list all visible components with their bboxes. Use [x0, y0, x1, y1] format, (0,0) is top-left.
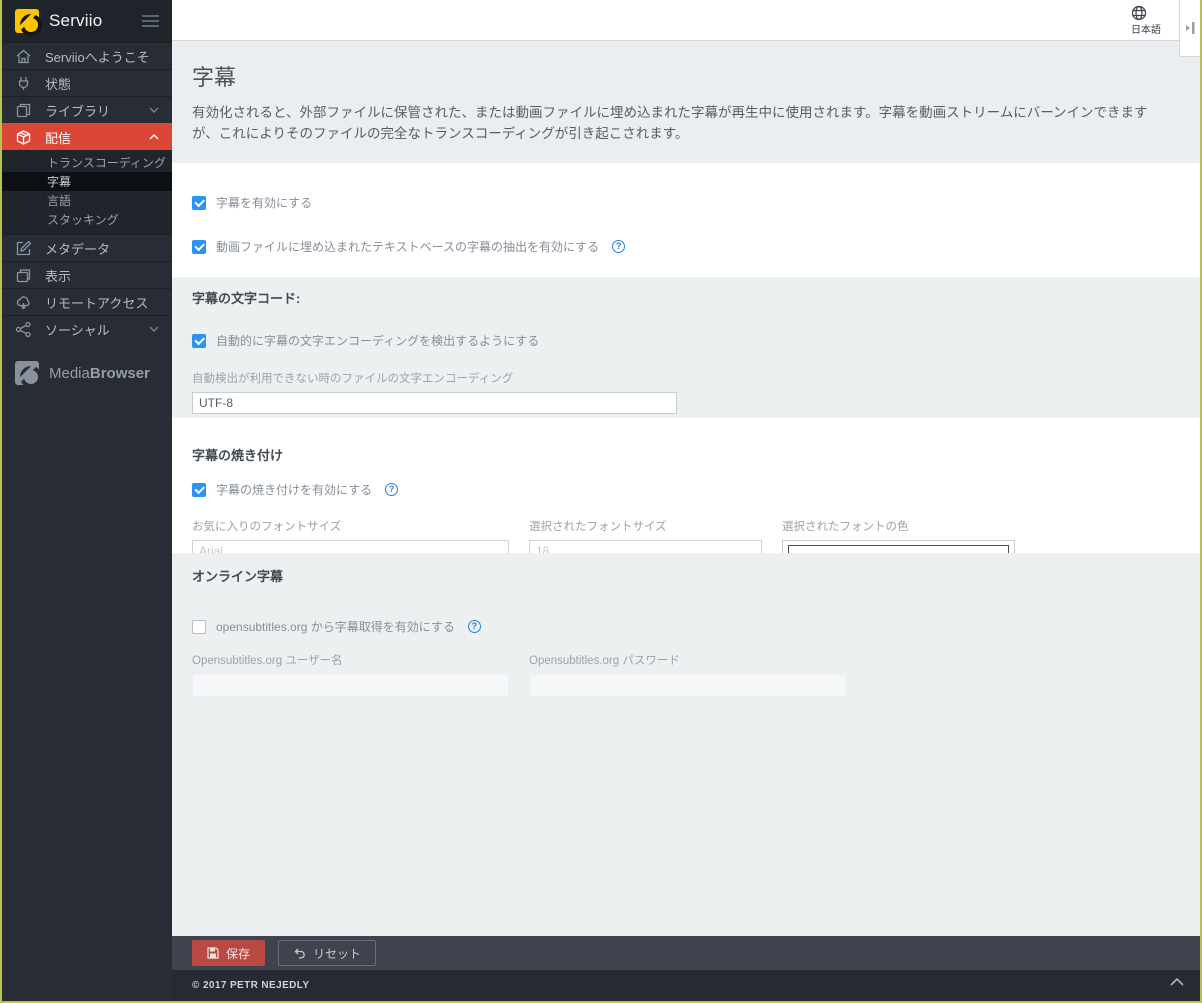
- serviio-logo-icon: [15, 9, 42, 36]
- burnin-heading: 字幕の焼き付け: [192, 448, 284, 463]
- fallback-encoding-input[interactable]: [192, 392, 677, 414]
- online-heading: オンライン字幕: [192, 569, 284, 584]
- font-color-label: 選択されたフォントの色: [782, 521, 909, 533]
- main-area: 日本語 字幕 有効化されると、外部ファイルに保管された、または動画ファイルに埋め…: [172, 0, 1200, 1001]
- home-icon: [15, 48, 32, 65]
- layers-icon: [15, 267, 32, 284]
- sidebar-item-label: ライブラリ: [45, 103, 111, 119]
- enable-burnin-label: 字幕の焼き付けを有効にする: [216, 483, 373, 497]
- submenu-item-language[interactable]: 言語: [2, 191, 172, 210]
- enable-subtitles-label: 字幕を有効にする: [216, 196, 313, 210]
- copyright-text: © 2017 PETR NEJEDLY: [192, 980, 310, 991]
- reset-arrow-icon: [294, 948, 305, 959]
- submenu-item-subtitles[interactable]: 字幕: [2, 172, 172, 191]
- extract-embedded-checkbox[interactable]: [192, 239, 206, 254]
- plug-icon: [15, 75, 32, 92]
- mediabrowser-label: MediaBrowser: [49, 364, 150, 382]
- chevron-down-icon: [149, 326, 159, 332]
- cloud-icon: [15, 294, 32, 311]
- extract-embedded-label: 動画ファイルに埋め込まれたテキストベースの字幕の抽出を有効にする: [216, 240, 600, 254]
- top-toolbar: 日本語: [172, 0, 1200, 41]
- opensubtitles-password-input[interactable]: [529, 674, 846, 697]
- globe-icon: [1131, 5, 1161, 21]
- sidebar-item-label: Serviioへようこそ: [45, 49, 150, 65]
- language-switcher[interactable]: 日本語: [1131, 5, 1161, 36]
- section-encoding: 字幕の文字コード: 自動的に字幕の文字エンコーディングを検出するようにする 自動…: [172, 277, 1200, 418]
- encoding-heading: 字幕の文字コード:: [192, 291, 301, 306]
- submenu-item-transcoding[interactable]: トランスコーディング: [2, 153, 172, 172]
- save-button[interactable]: 保存: [192, 940, 266, 966]
- sidebar-item-label: 配信: [45, 130, 72, 146]
- enable-burnin-checkbox[interactable]: [192, 482, 206, 497]
- sidebar-item-presentation[interactable]: 表示: [2, 261, 172, 288]
- font-size-label: 選択されたフォントサイズ: [529, 521, 667, 533]
- sidebar: Serviio Serviioへようこそ 状態 ライブラリ 配信 トランスコーデ…: [2, 0, 172, 1001]
- sidebar-item-welcome[interactable]: Serviioへようこそ: [2, 42, 172, 69]
- library-icon: [15, 102, 32, 119]
- opensubtitles-username-input[interactable]: [192, 674, 509, 697]
- help-icon[interactable]: [467, 620, 481, 633]
- opensubtitles-password-label: Opensubtitles.org パスワード: [529, 655, 680, 667]
- edit-icon: [15, 240, 32, 257]
- scroll-to-top-button[interactable]: [1170, 978, 1184, 986]
- mediabrowser-logo-icon: [15, 361, 42, 388]
- auto-detect-encoding-label: 自動的に字幕の文字エンコーディングを検出するようにする: [216, 334, 540, 348]
- chevron-up-icon: [149, 134, 159, 140]
- page-description: 有効化されると、外部ファイルに保管された、または動画ファイルに埋め込まれた字幕が…: [192, 105, 1148, 141]
- opensubtitles-username-label: Opensubtitles.org ユーザー名: [192, 655, 343, 667]
- sidebar-item-remote-access[interactable]: リモートアクセス: [2, 288, 172, 315]
- sidebar-item-label: 状態: [45, 76, 72, 92]
- collapse-panel-toggle[interactable]: [1179, 0, 1200, 57]
- sidebar-item-label: ソーシャル: [45, 322, 110, 338]
- section-online: オンライン字幕 opensubtitles.org から字幕取得を有効にする O…: [172, 553, 1200, 936]
- sidebar-item-library[interactable]: ライブラリ: [2, 96, 172, 123]
- reset-button[interactable]: リセット: [278, 940, 377, 966]
- sidebar-item-label: メタデータ: [45, 241, 111, 257]
- package-icon: [15, 129, 32, 146]
- brand-name: Serviio: [49, 11, 103, 30]
- collapse-left-icon: [1186, 22, 1195, 34]
- enable-opensubtitles-label: opensubtitles.org から字幕取得を有効にする: [216, 620, 455, 634]
- enable-opensubtitles-checkbox[interactable]: [192, 619, 206, 634]
- section-general: 字幕を有効にする 動画ファイルに埋め込まれたテキストベースの字幕の抽出を有効にす…: [172, 163, 1200, 277]
- language-label: 日本語: [1131, 25, 1161, 36]
- footer: © 2017 PETR NEJEDLY: [172, 970, 1200, 1001]
- chevron-down-icon: [149, 107, 159, 113]
- page-title: 字幕: [192, 65, 237, 90]
- sidebar-item-status[interactable]: 状態: [2, 69, 172, 96]
- mediabrowser-link[interactable]: MediaBrowser: [2, 361, 172, 388]
- share-icon: [15, 321, 32, 338]
- submenu-item-stacking[interactable]: スタッキング: [2, 210, 172, 229]
- fallback-encoding-label: 自動検出が利用できない時のファイルの文字エンコーディング: [192, 373, 514, 385]
- section-burnin: 字幕の焼き付け 字幕の焼き付けを有効にする お気に入りのフォントサイズ 選択され…: [172, 418, 1200, 562]
- save-floppy-icon: [207, 947, 219, 959]
- sidebar-item-social[interactable]: ソーシャル: [2, 315, 172, 342]
- font-name-label: お気に入りのフォントサイズ: [192, 521, 342, 533]
- action-bar: 保存 リセット: [172, 936, 1200, 970]
- help-icon[interactable]: [612, 240, 626, 253]
- sidebar-item-delivery[interactable]: 配信: [2, 123, 172, 150]
- sidebar-item-metadata[interactable]: メタデータ: [2, 234, 172, 261]
- hamburger-menu-icon[interactable]: [142, 9, 159, 33]
- auto-detect-encoding-checkbox[interactable]: [192, 333, 206, 348]
- chevron-up-icon: [1170, 978, 1184, 986]
- page-header: 字幕 有効化されると、外部ファイルに保管された、または動画ファイルに埋め込まれた…: [172, 41, 1200, 163]
- sidebar-item-label: リモートアクセス: [45, 295, 149, 311]
- enable-subtitles-checkbox[interactable]: [192, 195, 206, 210]
- sidebar-item-label: 表示: [45, 268, 72, 284]
- delivery-submenu: トランスコーディング 字幕 言語 スタッキング: [2, 150, 172, 234]
- sidebar-header: Serviio: [2, 0, 172, 42]
- help-icon[interactable]: [385, 483, 399, 496]
